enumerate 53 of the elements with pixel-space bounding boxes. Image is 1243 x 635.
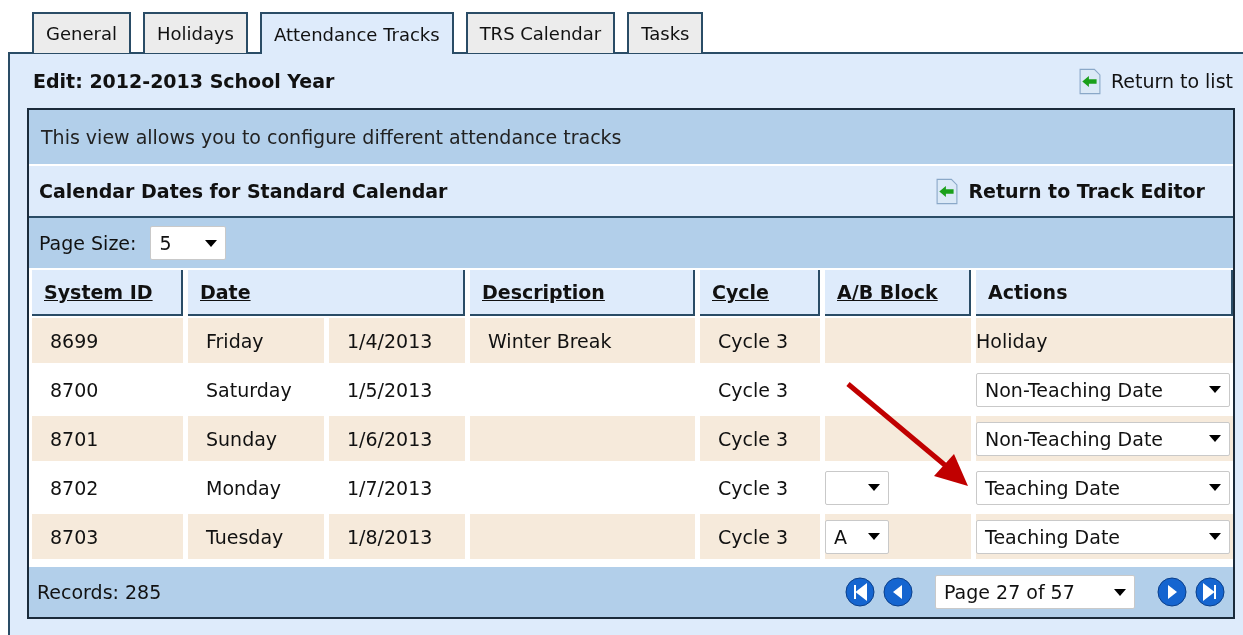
page-size-select[interactable]: 5 bbox=[150, 226, 227, 260]
table-cell: Cycle 3 bbox=[700, 416, 820, 461]
table-cell: Friday bbox=[188, 318, 324, 363]
column-header[interactable]: Cycle bbox=[700, 270, 820, 316]
table-cell-text: 1/7/2013 bbox=[346, 475, 434, 501]
table-cell: Tuesday bbox=[188, 514, 324, 559]
return-to-list-link[interactable]: Return to list bbox=[1078, 67, 1233, 95]
table-cell: Winter Break bbox=[470, 318, 695, 363]
column-header[interactable]: Date bbox=[188, 270, 465, 316]
table-cell: Cycle 3 bbox=[700, 514, 820, 559]
info-text: This view allows you to configure different attendance tracks bbox=[41, 126, 622, 148]
page-title: Edit: 2012-2013 School Year bbox=[33, 70, 335, 92]
table-cell-text: Saturday bbox=[205, 377, 293, 403]
table-cell-text: Monday bbox=[205, 475, 282, 501]
page-select[interactable]: Page 27 of 57 bbox=[935, 575, 1135, 609]
next-page-icon[interactable] bbox=[1157, 577, 1187, 607]
column-header: Actions bbox=[976, 270, 1233, 316]
grid-title: Calendar Dates for Standard Calendar bbox=[39, 180, 448, 202]
action-select[interactable]: Non-Teaching Date bbox=[976, 372, 1230, 407]
tab[interactable]: Attendance Tracks bbox=[260, 12, 454, 54]
table-cell: Sunday bbox=[188, 416, 324, 461]
action-select[interactable]: Teaching Date bbox=[976, 470, 1230, 505]
return-to-track-editor-link[interactable]: Return to Track Editor bbox=[936, 177, 1205, 205]
table-cell-text: 1/5/2013 bbox=[346, 377, 434, 403]
tab[interactable]: Holidays bbox=[142, 12, 248, 53]
back-arrow-icon bbox=[936, 177, 959, 205]
table-cell: 8699 bbox=[32, 318, 183, 363]
table-cell: 8701 bbox=[32, 416, 183, 461]
table-cell-text: 8700 bbox=[49, 377, 100, 403]
table-cell-text: Holiday bbox=[976, 328, 1049, 354]
column-header[interactable]: Description bbox=[470, 270, 695, 316]
table-cell: Cycle 3 bbox=[700, 318, 820, 363]
table-cell: 1/4/2013 bbox=[329, 318, 465, 363]
table-cell-text: Cycle 3 bbox=[717, 475, 790, 501]
action-select[interactable]: Teaching Date bbox=[976, 519, 1230, 554]
block-select[interactable]: A bbox=[825, 519, 889, 554]
column-header[interactable]: A/B Block bbox=[825, 270, 971, 316]
last-page-icon[interactable] bbox=[1195, 577, 1225, 607]
table-cell-text: 8702 bbox=[49, 475, 100, 501]
previous-page-icon[interactable] bbox=[883, 577, 913, 607]
back-arrow-icon bbox=[1078, 67, 1101, 95]
table-cell: 8703 bbox=[32, 514, 183, 559]
tab[interactable]: Tasks bbox=[627, 12, 704, 53]
table-cell: 1/6/2013 bbox=[329, 416, 465, 461]
column-header[interactable]: System ID bbox=[32, 270, 183, 316]
page-size-label: Page Size: bbox=[39, 232, 137, 254]
table-cell: 1/8/2013 bbox=[329, 514, 465, 559]
table-cell-text: Cycle 3 bbox=[717, 377, 790, 403]
records-count: Records: 285 bbox=[37, 581, 162, 603]
action-select[interactable]: Non-Teaching Date bbox=[976, 421, 1230, 456]
tab[interactable]: TRS Calendar bbox=[465, 12, 616, 53]
first-page-icon[interactable] bbox=[845, 577, 875, 607]
tab[interactable]: General bbox=[32, 12, 131, 53]
